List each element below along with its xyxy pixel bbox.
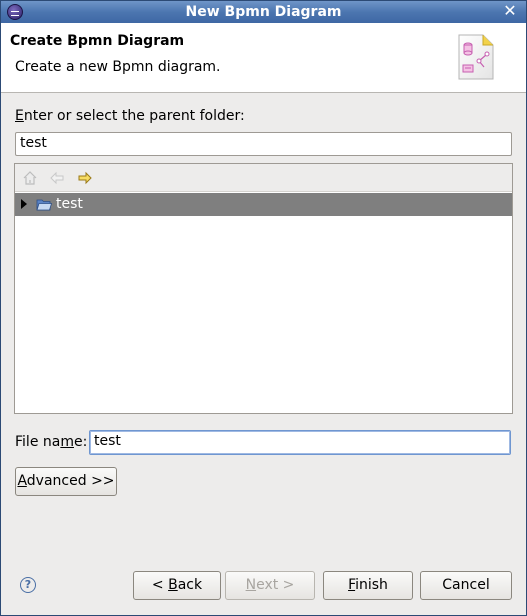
file-name-label-post: e: [73, 434, 88, 450]
finish-button[interactable]: Finish [323, 571, 413, 600]
file-name-mnemonic: m [60, 434, 74, 450]
parent-folder-mnemonic: E [15, 108, 24, 124]
back-prefix: < [151, 577, 169, 593]
file-name-value: test [94, 433, 121, 449]
cancel-button[interactable]: Cancel [420, 571, 512, 600]
back-button[interactable]: < Back [133, 571, 221, 600]
parent-folder-input[interactable]: test [15, 132, 512, 156]
back-mnemonic: B [168, 577, 178, 593]
expand-arrow-icon[interactable] [21, 199, 27, 209]
close-icon[interactable]: ✕ [502, 3, 518, 19]
advanced-button[interactable]: Advanced >> [15, 467, 117, 496]
wizard-dialog: New Bpmn Diagram ✕ Create Bpmn Diagram C… [0, 0, 527, 616]
parent-folder-label: Enter or select the parent folder: [15, 108, 245, 124]
folder-open-icon [36, 199, 52, 211]
banner-description: Create a new Bpmn diagram. [15, 59, 221, 75]
next-mnemonic: N [245, 577, 257, 593]
folder-tree[interactable]: test [14, 163, 513, 414]
tree-toolbar [15, 164, 512, 192]
advanced-label: dvanced >> [26, 473, 115, 489]
help-icon[interactable]: ? [20, 577, 36, 593]
window-title: New Bpmn Diagram [185, 4, 342, 20]
forward-arrow-icon[interactable] [77, 170, 93, 186]
advanced-mnemonic: A [17, 473, 27, 489]
file-name-input[interactable]: test [89, 430, 511, 455]
cancel-label: Cancel [442, 577, 490, 593]
file-name-label: File name: [15, 434, 87, 450]
tree-item-test[interactable]: test [15, 193, 512, 216]
next-label: ext > [256, 577, 295, 593]
file-name-label-pre: File na [15, 434, 61, 450]
title-bar[interactable]: New Bpmn Diagram ✕ [1, 1, 526, 23]
wizard-banner: Create Bpmn Diagram Create a new Bpmn di… [1, 23, 526, 93]
bpmn-wizard-icon [458, 34, 494, 80]
finish-label: inish [355, 577, 388, 593]
next-button[interactable]: Next > [225, 571, 315, 600]
back-arrow-icon[interactable] [49, 170, 65, 186]
tree-item-label: test [56, 196, 83, 212]
parent-folder-value: test [20, 135, 47, 151]
banner-title: Create Bpmn Diagram [10, 33, 185, 49]
back-label: ack [177, 577, 203, 593]
home-icon[interactable] [22, 170, 38, 186]
parent-folder-label-text: nter or select the parent folder: [23, 108, 245, 124]
